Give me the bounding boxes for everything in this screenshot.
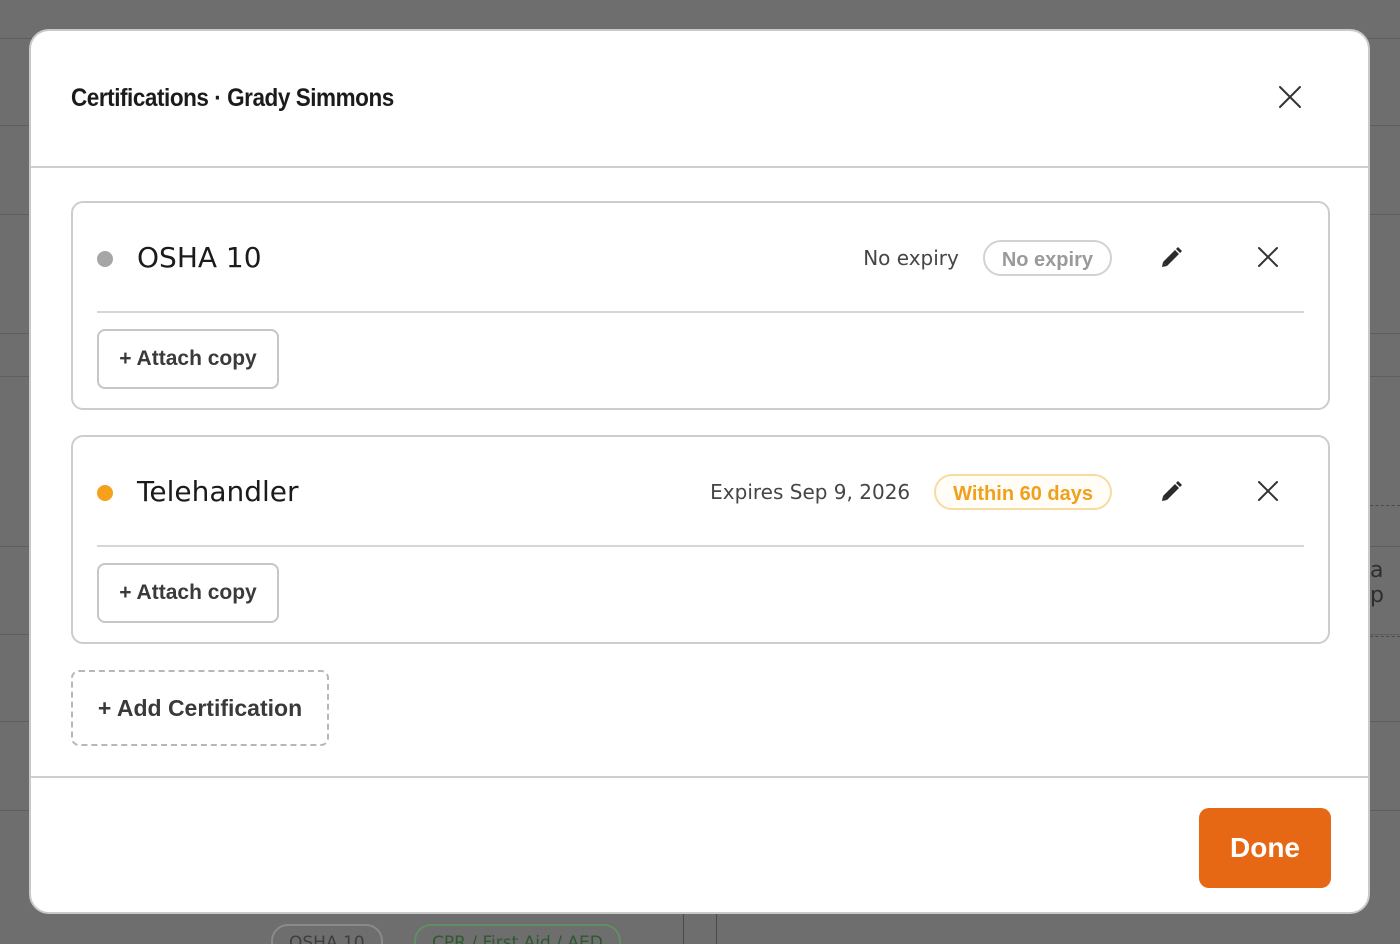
card-divider <box>97 311 1304 313</box>
certification-meta: No expiry No expiry <box>863 237 1112 279</box>
close-icon <box>1257 246 1279 272</box>
certification-expiry: Expires Sep 9, 2026 <box>710 480 911 504</box>
card-divider <box>97 545 1304 547</box>
status-badge: No expiry <box>982 240 1112 276</box>
certification-card: Telehandler Expires Sep 9, 2026 Within 6… <box>71 435 1330 644</box>
background-chip: OSHA 10 <box>271 924 383 944</box>
modal-body: OSHA 10 No expiry No expiry + Attach cop… <box>31 168 1368 778</box>
status-dot <box>97 485 113 501</box>
certifications-modal: Certifications · Grady Simmons OSHA 10 N… <box>29 29 1370 914</box>
modal-header: Certifications · Grady Simmons <box>31 31 1368 168</box>
done-button[interactable]: Done <box>1199 808 1331 888</box>
attach-copy-button[interactable]: + Attach copy <box>97 563 279 623</box>
attach-copy-button[interactable]: + Attach copy <box>97 329 279 389</box>
status-badge: Within 60 days <box>934 474 1112 510</box>
background-chip: CPR / First Aid / AED <box>414 924 621 944</box>
pencil-icon <box>1159 478 1185 508</box>
certification-card: OSHA 10 No expiry No expiry + Attach cop… <box>71 201 1330 410</box>
certification-expiry: No expiry <box>863 246 959 270</box>
edit-certification-button[interactable] <box>1152 473 1192 513</box>
certification-name: OSHA 10 <box>137 241 262 274</box>
modal-close-button[interactable] <box>1270 79 1310 119</box>
close-icon <box>1257 480 1279 506</box>
add-certification-button[interactable]: + Add Certification <box>71 670 329 746</box>
background-text: a p <box>1370 558 1384 608</box>
certification-name: Telehandler <box>137 475 299 508</box>
modal-title: Certifications · Grady Simmons <box>71 84 394 112</box>
edit-certification-button[interactable] <box>1152 239 1192 279</box>
remove-certification-button[interactable] <box>1248 239 1288 279</box>
certification-meta: Expires Sep 9, 2026 Within 60 days <box>710 471 1112 513</box>
close-icon <box>1278 85 1302 113</box>
remove-certification-button[interactable] <box>1248 473 1288 513</box>
status-dot <box>97 251 113 267</box>
pencil-icon <box>1159 244 1185 274</box>
modal-footer: Done <box>31 776 1368 912</box>
